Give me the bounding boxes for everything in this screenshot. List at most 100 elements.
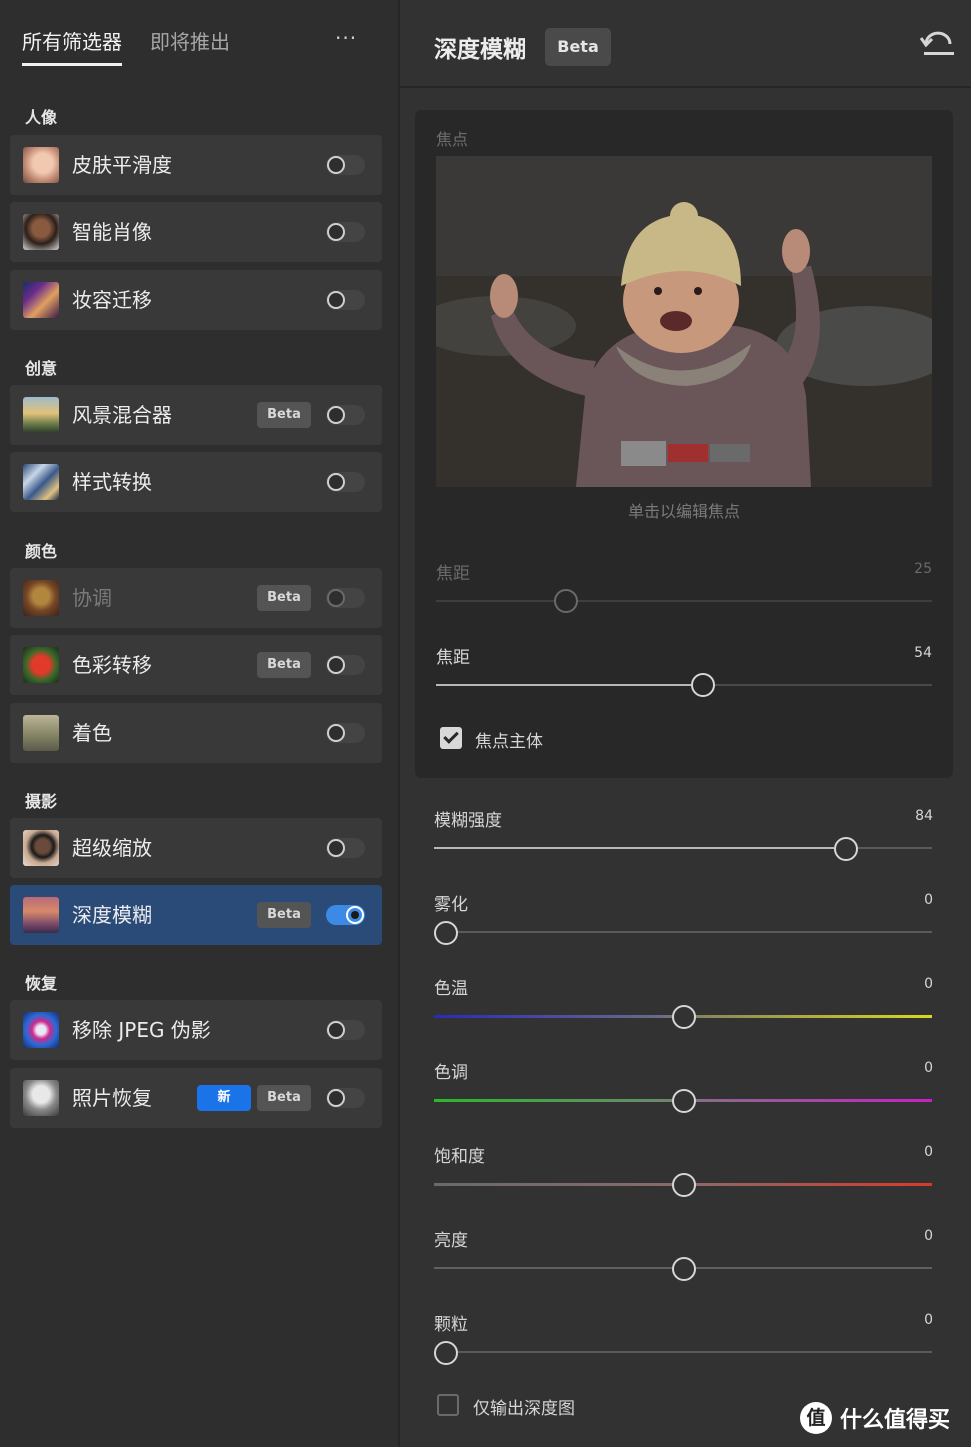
focal-distance-disabled-handle: [554, 589, 578, 613]
haze-value: 0: [924, 892, 933, 908]
beta-badge: Beta: [257, 652, 311, 678]
panel-header: 深度模糊 Beta: [400, 0, 971, 88]
focal-distance-label: 焦距: [436, 648, 470, 668]
section-photography: 摄影: [25, 792, 58, 811]
temperature-label: 色温: [434, 979, 468, 999]
filter-item-harmonization[interactable]: 协调 Beta: [10, 568, 382, 628]
filter-toggle[interactable]: [326, 655, 365, 675]
haze-slider[interactable]: [434, 921, 458, 945]
filter-settings-panel: 深度模糊 Beta 焦点 单击以编辑焦点 焦距 25 焦距 54 焦点主体 模糊…: [400, 0, 971, 1447]
skin-smoothing-thumbnail: [23, 147, 59, 183]
filter-item-makeup-transfer[interactable]: 妆容迁移: [10, 270, 382, 330]
temperature-slider[interactable]: [672, 1005, 696, 1029]
brightness-label: 亮度: [434, 1231, 468, 1251]
tab-all-filters[interactable]: 所有筛选器: [22, 28, 122, 66]
child-photo-illustration: [436, 156, 932, 487]
reset-icon[interactable]: [920, 28, 956, 60]
depth-map-only-checkbox[interactable]: [437, 1394, 459, 1416]
grain-label: 颗粒: [434, 1315, 468, 1335]
focus-hint: 单击以编辑焦点: [627, 502, 740, 521]
focal-distance-value: 54: [914, 645, 932, 661]
focus-preview-image[interactable]: [436, 156, 932, 487]
saturation-slider[interactable]: [672, 1173, 696, 1197]
filter-item-color-transfer[interactable]: 色彩转移 Beta: [10, 635, 382, 695]
beta-badge: Beta: [257, 402, 311, 428]
title-beta-badge: Beta: [545, 28, 611, 66]
filter-label: 着色: [72, 721, 112, 745]
temperature-value: 0: [924, 976, 933, 992]
brightness-slider[interactable]: [672, 1257, 696, 1281]
more-options-icon[interactable]: ···: [335, 26, 357, 50]
filter-label: 智能肖像: [72, 220, 152, 244]
filters-panel: 所有筛选器 即将推出 ··· 人像 皮肤平滑度 智能肖像 妆容迁移 创意 风景混…: [0, 0, 398, 1447]
grain-value: 0: [924, 1312, 933, 1328]
filter-toggle[interactable]: [326, 1088, 365, 1108]
filter-item-landscape-mixer[interactable]: 风景混合器 Beta: [10, 385, 382, 445]
filter-toggle[interactable]: [326, 588, 365, 608]
filter-item-style-transfer[interactable]: 样式转换: [10, 452, 382, 512]
filter-toggle[interactable]: [326, 155, 365, 175]
tint-label: 色调: [434, 1063, 468, 1083]
brightness-value: 0: [924, 1228, 933, 1244]
filter-label: 风景混合器: [72, 403, 172, 427]
filter-item-smart-portrait[interactable]: 智能肖像: [10, 202, 382, 262]
filter-label: 超级缩放: [72, 836, 152, 860]
filter-item-super-zoom[interactable]: 超级缩放: [10, 818, 382, 878]
filter-toggle[interactable]: [326, 905, 365, 925]
blur-strength-value: 84: [915, 808, 933, 824]
filter-tabs: 所有筛选器 即将推出: [22, 28, 230, 68]
filter-item-colorize[interactable]: 着色: [10, 703, 382, 763]
focal-distance-disabled-track: [436, 600, 932, 602]
blur-strength-label: 模糊强度: [434, 811, 502, 831]
beta-badge: Beta: [257, 1085, 311, 1111]
focal-distance-slider[interactable]: [691, 673, 715, 697]
focus-section: 焦点 单击以编辑焦点 焦距 25 焦距 54 焦点主体: [415, 110, 953, 778]
depth-map-only-label: 仅输出深度图: [473, 1399, 575, 1419]
style-transfer-thumbnail: [23, 464, 59, 500]
filter-label: 色彩转移: [72, 653, 152, 677]
makeup-transfer-thumbnail: [23, 282, 59, 318]
tab-coming-soon[interactable]: 即将推出: [150, 28, 230, 66]
blur-strength-slider[interactable]: [834, 837, 858, 861]
grain-track: [434, 1351, 932, 1353]
smart-portrait-thumbnail: [23, 214, 59, 250]
filter-label: 协调: [72, 586, 112, 610]
filter-label: 样式转换: [72, 470, 152, 494]
focus-subject-label: 焦点主体: [475, 732, 543, 752]
section-creative: 创意: [25, 359, 58, 378]
haze-label: 雾化: [434, 895, 468, 915]
haze-track: [434, 931, 932, 933]
filter-toggle[interactable]: [326, 405, 365, 425]
color-transfer-thumbnail: [23, 647, 59, 683]
filter-toggle[interactable]: [326, 1020, 365, 1040]
filter-label: 妆容迁移: [72, 288, 152, 312]
filter-item-skin-smoothing[interactable]: 皮肤平滑度: [10, 135, 382, 195]
blur-strength-fill: [434, 847, 834, 849]
depth-blur-thumbnail: [23, 897, 59, 933]
filter-item-photo-restoration[interactable]: 照片恢复 新 Beta: [10, 1068, 382, 1128]
filter-label: 照片恢复: [72, 1086, 152, 1110]
filter-item-jpeg-artifact-removal[interactable]: 移除 JPEG 伪影: [10, 1000, 382, 1060]
filter-toggle[interactable]: [326, 723, 365, 743]
filter-toggle[interactable]: [326, 472, 365, 492]
filter-item-depth-blur[interactable]: 深度模糊 Beta: [10, 885, 382, 945]
tint-value: 0: [924, 1060, 933, 1076]
filter-toggle[interactable]: [326, 222, 365, 242]
super-zoom-thumbnail: [23, 830, 59, 866]
filter-toggle[interactable]: [326, 838, 365, 858]
filter-label: 皮肤平滑度: [72, 153, 172, 177]
photo-restoration-thumbnail: [23, 1080, 59, 1116]
watermark-logo-icon: 值: [800, 1402, 832, 1434]
filter-toggle[interactable]: [326, 290, 365, 310]
saturation-value: 0: [924, 1144, 933, 1160]
jpeg-artifact-thumbnail: [23, 1012, 59, 1048]
tint-slider[interactable]: [672, 1089, 696, 1113]
landscape-mixer-thumbnail: [23, 397, 59, 433]
colorize-thumbnail: [23, 715, 59, 751]
grain-slider[interactable]: [434, 1341, 458, 1365]
site-watermark: 值 什么值得买: [800, 1402, 950, 1434]
saturation-label: 饱和度: [434, 1147, 485, 1167]
focal-distance-disabled-label: 焦距: [436, 564, 470, 584]
focus-subject-checkbox[interactable]: [440, 727, 462, 749]
watermark-text: 什么值得买: [840, 1408, 951, 1433]
